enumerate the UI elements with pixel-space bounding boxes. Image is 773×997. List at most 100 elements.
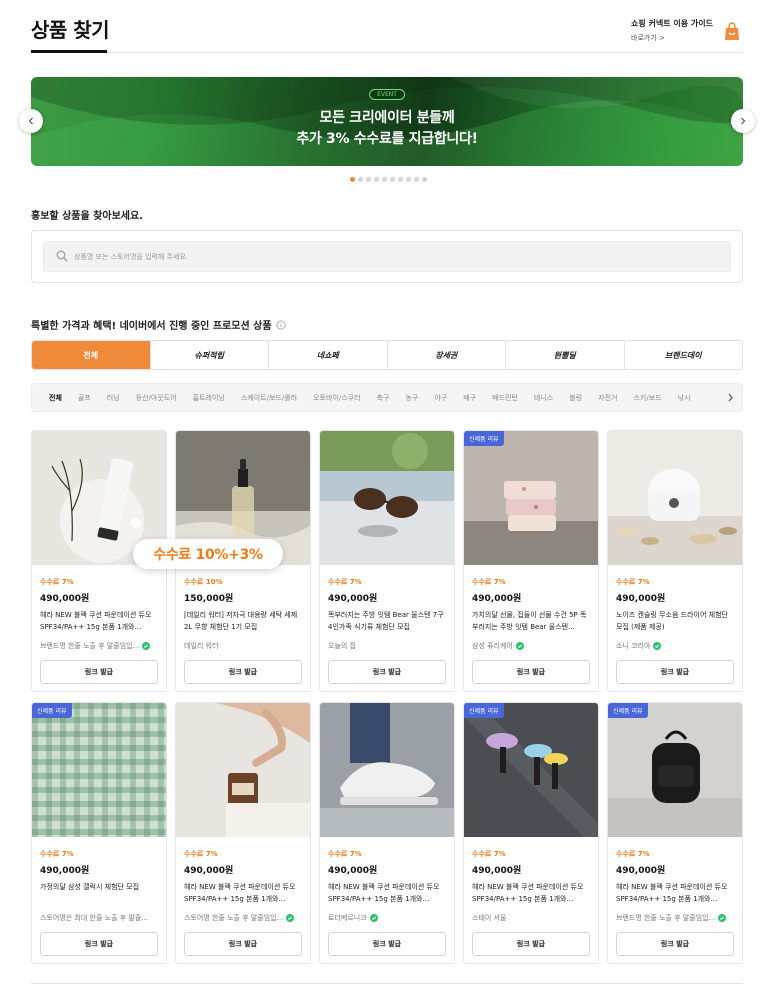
banner-prev-button[interactable] (19, 109, 43, 133)
issue-link-button[interactable]: 링크 발급 (40, 932, 158, 956)
issue-link-button[interactable]: 링크 발급 (616, 932, 734, 956)
pagination-dot[interactable] (406, 177, 411, 182)
commission-rate: 수수료 7% (328, 578, 362, 586)
product-image[interactable]: 신제품 리뷰 (464, 431, 598, 565)
event-banner[interactable]: EVENT 모든 크리에이터 분들께 추가 3% 수수료를 지급합니다! (31, 77, 743, 166)
product-photo (608, 431, 742, 565)
product-description[interactable]: 가치의달 선물, 집들이 선물 수건 5P 똑부러지는 주방 잇템 Bear 울… (472, 609, 592, 633)
promo-tab[interactable]: 브랜드데이 (623, 341, 743, 369)
product-description[interactable]: 똑부러지는 주방 잇템 Bear 울스텐 7구 4인가족 식기류 체험단 모집 (328, 609, 448, 633)
issue-link-button[interactable]: 링크 발급 (616, 660, 734, 684)
shopping-bag-icon (725, 21, 739, 40)
category-item[interactable]: 배구 (463, 393, 476, 403)
pagination-dot[interactable] (390, 177, 395, 182)
product-price: 490,000원 (616, 594, 666, 604)
product-description[interactable]: 노이즈 캔슬링 무소음 드라이어 체험단 모집 (제품 제공) (616, 609, 736, 633)
banner-pagination[interactable] (350, 177, 427, 182)
product-card[interactable]: 수수료 7% 490,000원 똑부러지는 주방 잇템 Bear 울스텐 7구 4인… (319, 430, 455, 692)
promo-tab[interactable]: 슈퍼적립 (149, 341, 269, 369)
promo-tab[interactable]: 네쇼페 (268, 341, 387, 369)
banner-headline-2: 추가 3% 수수료를 지급합니다! (296, 131, 478, 147)
category-item[interactable]: 야구 (434, 393, 447, 403)
issue-link-button[interactable]: 링크 발급 (472, 660, 590, 684)
guide-title[interactable]: 쇼핑 커넥트 이용 가이드 (631, 18, 713, 29)
product-card[interactable]: 수수료 7% 490,000원 노이즈 캔슬링 무소음 드라이어 체험단 모집 (제… (607, 430, 743, 692)
category-item[interactable]: 자전거 (598, 393, 617, 403)
product-photo (464, 703, 598, 837)
product-description[interactable]: 헤라 NEW 블랙 쿠션 파운데이션 듀오 SPF34/PA++ 15g 본품 … (472, 881, 592, 905)
store-name-text: 브랜드명 한줄 노출 후 말줄임입... (616, 914, 716, 922)
category-item[interactable]: 테니스 (534, 393, 553, 403)
product-description[interactable]: 가정의달 삼성 갤럭시 체험단 모집 (40, 881, 160, 905)
search-box (31, 230, 743, 283)
category-item[interactable]: 배드민턴 (492, 393, 518, 403)
product-card[interactable]: 신제품 리뷰 수수료 7% 490,000원 헤라 NEW 블랙 쿠션 파운데이션 듀… (463, 702, 599, 964)
issue-link-button[interactable]: 링크 발급 (184, 932, 302, 956)
user-guide-link[interactable]: 쇼핑 커넥트 이용 가이드 바로가기 > (631, 18, 743, 43)
product-image[interactable]: 신제품 리뷰 (608, 703, 742, 837)
commission-rate: 수수료 10% (184, 578, 223, 586)
issue-link-button[interactable]: 링크 발급 (328, 932, 446, 956)
category-item[interactable]: 전체 (49, 393, 62, 403)
info-icon[interactable] (275, 319, 286, 330)
store-name: 로더베르니크 (328, 913, 448, 923)
product-image[interactable]: 신제품 리뷰 (464, 703, 598, 837)
search-field[interactable] (43, 241, 731, 272)
promo-tab[interactable]: 장세권 (386, 341, 506, 369)
commission-rate: 수수료 7% (184, 850, 218, 858)
category-item[interactable]: 낚시 (678, 393, 691, 403)
search-input[interactable] (74, 242, 714, 271)
product-image[interactable] (176, 703, 310, 837)
product-image[interactable] (320, 431, 454, 565)
product-image[interactable] (320, 703, 454, 837)
category-item[interactable]: 홈트레이닝 (193, 393, 225, 403)
banner-next-button[interactable] (731, 109, 755, 133)
page-title: 상품 찾기 (31, 18, 110, 42)
verified-check-icon (653, 642, 662, 650)
product-image[interactable] (608, 431, 742, 565)
issue-link-button[interactable]: 링크 발급 (40, 660, 158, 684)
promo-tab[interactable]: 전체 (32, 341, 150, 369)
pagination-dot[interactable] (366, 177, 371, 182)
category-item[interactable]: 등산/아웃도어 (136, 393, 177, 403)
product-card[interactable]: 신제품 리뷰 수수료 7% 490,000원 가정의달 삼성 갤럭시 체험단 모집 스토… (31, 702, 167, 964)
pagination-dot[interactable] (398, 177, 403, 182)
pagination-dot[interactable] (422, 177, 427, 182)
issue-link-button[interactable]: 링크 발급 (328, 660, 446, 684)
pagination-dot[interactable] (382, 177, 387, 182)
pagination-dot[interactable] (374, 177, 379, 182)
category-item[interactable]: 볼링 (569, 393, 582, 403)
product-card[interactable]: 수수료 7% 490,000원 헤라 NEW 블랙 쿠션 파운데이션 듀오 SPF3… (319, 702, 455, 964)
product-description[interactable]: 헤라 NEW 블랙 쿠션 파운데이션 듀오 SPF34/PA++ 15g 본품 … (616, 881, 736, 905)
product-card[interactable]: 신제품 리뷰 수수료 7% 490,000원 가치의달 선물, 집들이 선물 수건 5… (463, 430, 599, 692)
product-card[interactable]: 신제품 리뷰 수수료 7% 490,000원 헤라 NEW 블랙 쿠션 파운데이션 듀… (607, 702, 743, 964)
product-card[interactable]: 수수료 7% 490,000원 헤라 NEW 블랙 쿠션 파운데이션 듀오 SPF3… (175, 702, 311, 964)
category-next-button[interactable] (718, 384, 742, 411)
issue-link-button[interactable]: 링크 발급 (472, 932, 590, 956)
category-item[interactable]: 스케이트/보드/롤러 (241, 393, 297, 403)
category-item[interactable]: 스키/보드 (633, 393, 661, 403)
issue-link-button[interactable]: 링크 발급 (184, 660, 302, 684)
product-photo (320, 431, 454, 565)
store-name-text: 데일리 워터 (184, 642, 219, 650)
pagination-dot[interactable] (358, 177, 363, 182)
category-item[interactable]: 오토바이/스쿠터 (313, 393, 360, 403)
category-item[interactable]: 골프 (78, 393, 91, 403)
product-photo (320, 703, 454, 837)
category-item[interactable]: 러닝 (107, 393, 120, 403)
product-description[interactable]: 헤라 NEW 블랙 쿠션 파운데이션 듀오 SPF34/PA++ 15g 본품 … (40, 609, 160, 633)
product-description[interactable]: 헤라 NEW 블랙 쿠션 파운데이션 듀오 SPF34/PA++ 15g 본품 … (328, 881, 448, 905)
pagination-dot[interactable] (350, 177, 355, 182)
category-item[interactable]: 축구 (377, 393, 390, 403)
product-description[interactable]: 헤라 NEW 블랙 쿠션 파운데이션 듀오 SPF34/PA++ 15g 본품 … (184, 881, 304, 905)
product-description[interactable]: [데일리 워터] 저자극 대용량 세탁 세제 2L 무향 체험단 1기 모집 (184, 609, 304, 633)
guide-shortcut-link[interactable]: 바로가기 > (631, 33, 713, 43)
category-item[interactable]: 농구 (405, 393, 418, 403)
pagination-dot[interactable] (414, 177, 419, 182)
product-price: 150,000원 (184, 594, 234, 604)
verified-check-icon (369, 914, 378, 922)
product-image[interactable]: 신제품 리뷰 (32, 703, 166, 837)
store-name: 스토어명은 최대 한줄 노출 후 말줄... (40, 913, 160, 923)
verified-check-icon (515, 642, 524, 650)
promo-tab[interactable]: 원쁠딜 (505, 341, 624, 369)
